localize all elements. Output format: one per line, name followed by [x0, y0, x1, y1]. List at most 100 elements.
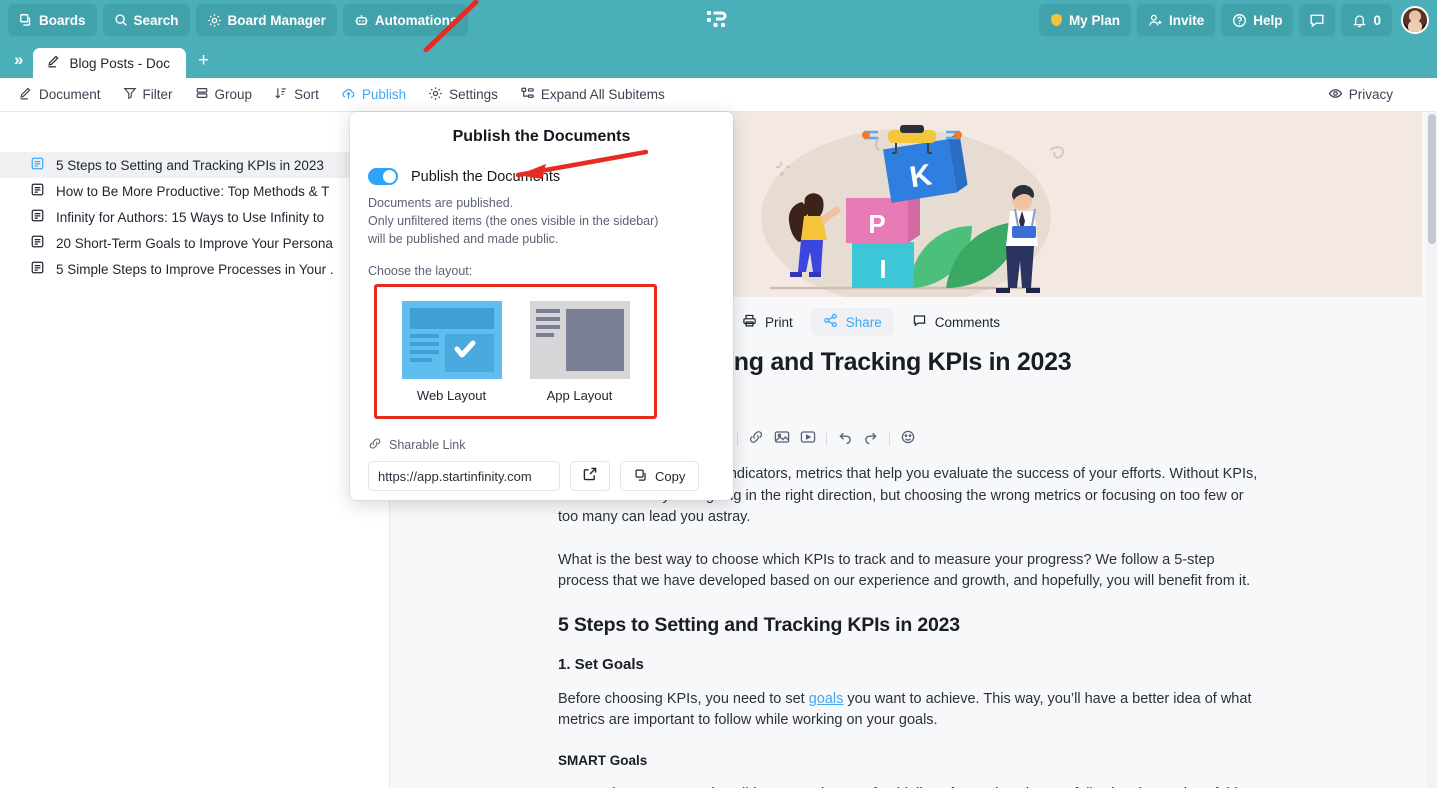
document-menu-bar: Document Filter Group Sort Publish Setti…: [0, 78, 1437, 112]
print-label: Print: [765, 314, 793, 330]
tab-blog-posts-doc[interactable]: Blog Posts - Doc: [33, 48, 187, 78]
my-plan-button[interactable]: My Plan: [1038, 4, 1131, 36]
robot-icon: [354, 13, 369, 28]
svg-text:P: P: [868, 209, 885, 239]
boards-icon: [19, 13, 33, 27]
document-icon: [30, 182, 45, 200]
layout-chooser: Web Layout App Layout: [374, 284, 657, 419]
copy-label: Copy: [655, 468, 686, 484]
goals-link[interactable]: goals: [809, 691, 844, 707]
scrollbar-thumb[interactable]: [1428, 114, 1436, 244]
app-layout-label: App Layout: [546, 387, 613, 403]
publish-popover: Publish the Documents Publish the Docume…: [350, 112, 733, 500]
publish-toggle-label: Publish the Documents: [411, 168, 561, 185]
image-icon[interactable]: [774, 430, 790, 447]
group-icon: [195, 86, 209, 103]
shield-icon: [1050, 13, 1063, 27]
chat-icon: [1309, 12, 1325, 28]
menu-item-sort[interactable]: Sort: [274, 86, 319, 103]
invite-label: Invite: [1168, 12, 1205, 28]
body-paragraph-2: What is the best way to choose which KPI…: [558, 551, 1251, 590]
boards-label: Boards: [39, 12, 86, 28]
boards-button[interactable]: Boards: [8, 4, 97, 36]
top-bar-right-group: My Plan Invite Help 0: [1038, 4, 1429, 36]
infinity-logo: [706, 9, 730, 36]
share-button[interactable]: Share: [810, 308, 894, 336]
document-icon: [30, 234, 45, 252]
document-icon: [30, 260, 45, 278]
app-layout-thumbnail: [529, 300, 630, 379]
menu-item-publish[interactable]: Publish: [341, 86, 406, 104]
invite-button[interactable]: Invite: [1136, 4, 1216, 36]
popover-title: Publish the Documents: [452, 128, 631, 145]
board-manager-button[interactable]: Board Manager: [195, 4, 337, 36]
top-bar: Boards Search Board Manager Automations …: [0, 0, 1437, 40]
redo-icon[interactable]: [863, 430, 879, 447]
pencil-underline-icon: [18, 86, 33, 104]
undo-icon[interactable]: [837, 430, 853, 447]
pencil-underline-icon: [46, 54, 61, 72]
publish-documents-toggle[interactable]: [368, 168, 398, 185]
menu-item-settings[interactable]: Settings: [428, 86, 498, 104]
print-button[interactable]: Print: [730, 308, 805, 336]
video-icon[interactable]: [800, 430, 816, 447]
sidebar-item-label: 5 Steps to Setting and Tracking KPIs in …: [56, 157, 324, 173]
notifications-button[interactable]: 0: [1341, 4, 1392, 36]
sidebar-item-2[interactable]: Infinity for Authors: 15 Ways to Use Inf…: [0, 204, 389, 230]
link-icon[interactable]: [748, 430, 764, 447]
user-add-icon: [1148, 13, 1163, 28]
sidebar-item-4[interactable]: 5 Simple Steps to Improve Processes in Y…: [0, 256, 389, 282]
copy-button[interactable]: Copy: [620, 461, 700, 491]
sidebar-item-label: 20 Short-Term Goals to Improve Your Pers…: [56, 235, 333, 251]
add-tab-button[interactable]: +: [186, 50, 221, 78]
open-external-button[interactable]: [570, 461, 610, 491]
top-bar-left-group: Boards Search Board Manager Automations: [0, 4, 469, 36]
menu-label-publish: Publish: [361, 87, 407, 102]
notification-count: 0: [1373, 12, 1381, 28]
comments-button[interactable]: Comments: [900, 308, 1012, 336]
avatar[interactable]: [1401, 6, 1429, 34]
question-circle-icon: [1232, 13, 1247, 28]
choose-layout-label: Choose the layout:: [368, 264, 473, 278]
filter-icon: [123, 86, 137, 103]
comment-icon: [912, 313, 927, 331]
sharable-link-row: Copy: [368, 461, 715, 491]
sharable-link-input[interactable]: [368, 461, 560, 491]
tab-label: Blog Posts - Doc: [69, 55, 171, 71]
body-heading-2: 5 Steps to Setting and Tracking KPIs in …: [558, 613, 960, 636]
document-body: KPIs, or key performance indicators, met…: [558, 464, 1258, 788]
sidebar-item-3[interactable]: 20 Short-Term Goals to Improve Your Pers…: [0, 230, 389, 256]
sidebar-item-0[interactable]: 5 Steps to Setting and Tracking KPIs in …: [0, 152, 389, 178]
layout-option-app[interactable]: App Layout: [529, 300, 630, 403]
automations-label: Automations: [374, 12, 458, 28]
automations-button[interactable]: Automations: [342, 4, 469, 36]
sidebar-item-1[interactable]: How to Be More Productive: Top Methods &…: [0, 178, 389, 204]
menu-item-document[interactable]: Document: [18, 86, 101, 104]
paragraph-3-before: Before choosing KPIs, you need to set: [558, 690, 809, 707]
search-button[interactable]: Search: [102, 4, 190, 36]
menu-label-expand-all-subitems: Expand All Subitems: [540, 87, 665, 102]
chevron-double-right-icon[interactable]: »: [0, 50, 33, 78]
layout-option-web[interactable]: Web Layout: [401, 300, 502, 403]
chat-button[interactable]: [1299, 4, 1336, 36]
publish-cloud-icon: [341, 86, 356, 104]
sidebar-item-label: 5 Simple Steps to Improve Processes in Y…: [56, 261, 334, 277]
comments-label: Comments: [934, 314, 1001, 330]
search-label: Search: [133, 12, 179, 28]
help-button[interactable]: Help: [1221, 4, 1294, 36]
menu-item-privacy[interactable]: Privacy: [1328, 86, 1393, 104]
menu-item-group[interactable]: Group: [195, 86, 252, 103]
sharable-link-label: Sharable Link: [389, 438, 466, 452]
body-paragraph-3: Before choosing KPIs, you need to set go…: [558, 689, 1258, 732]
menu-item-expand-all-subitems[interactable]: Expand All Subitems: [520, 86, 665, 104]
menu-label-filter: Filter: [142, 87, 173, 102]
body-heading-3: 1. Set Goals: [558, 655, 644, 673]
sort-icon: [274, 86, 288, 103]
emoji-icon[interactable]: [900, 430, 916, 447]
web-layout-label: Web Layout: [416, 387, 487, 403]
expand-subitems-icon: [520, 86, 535, 104]
tab-strip: » Blog Posts - Doc +: [0, 40, 1437, 78]
menu-item-filter[interactable]: Filter: [123, 86, 173, 103]
vertical-scrollbar[interactable]: [1427, 112, 1437, 788]
document-action-bar: Print Share Comments: [730, 308, 1012, 336]
